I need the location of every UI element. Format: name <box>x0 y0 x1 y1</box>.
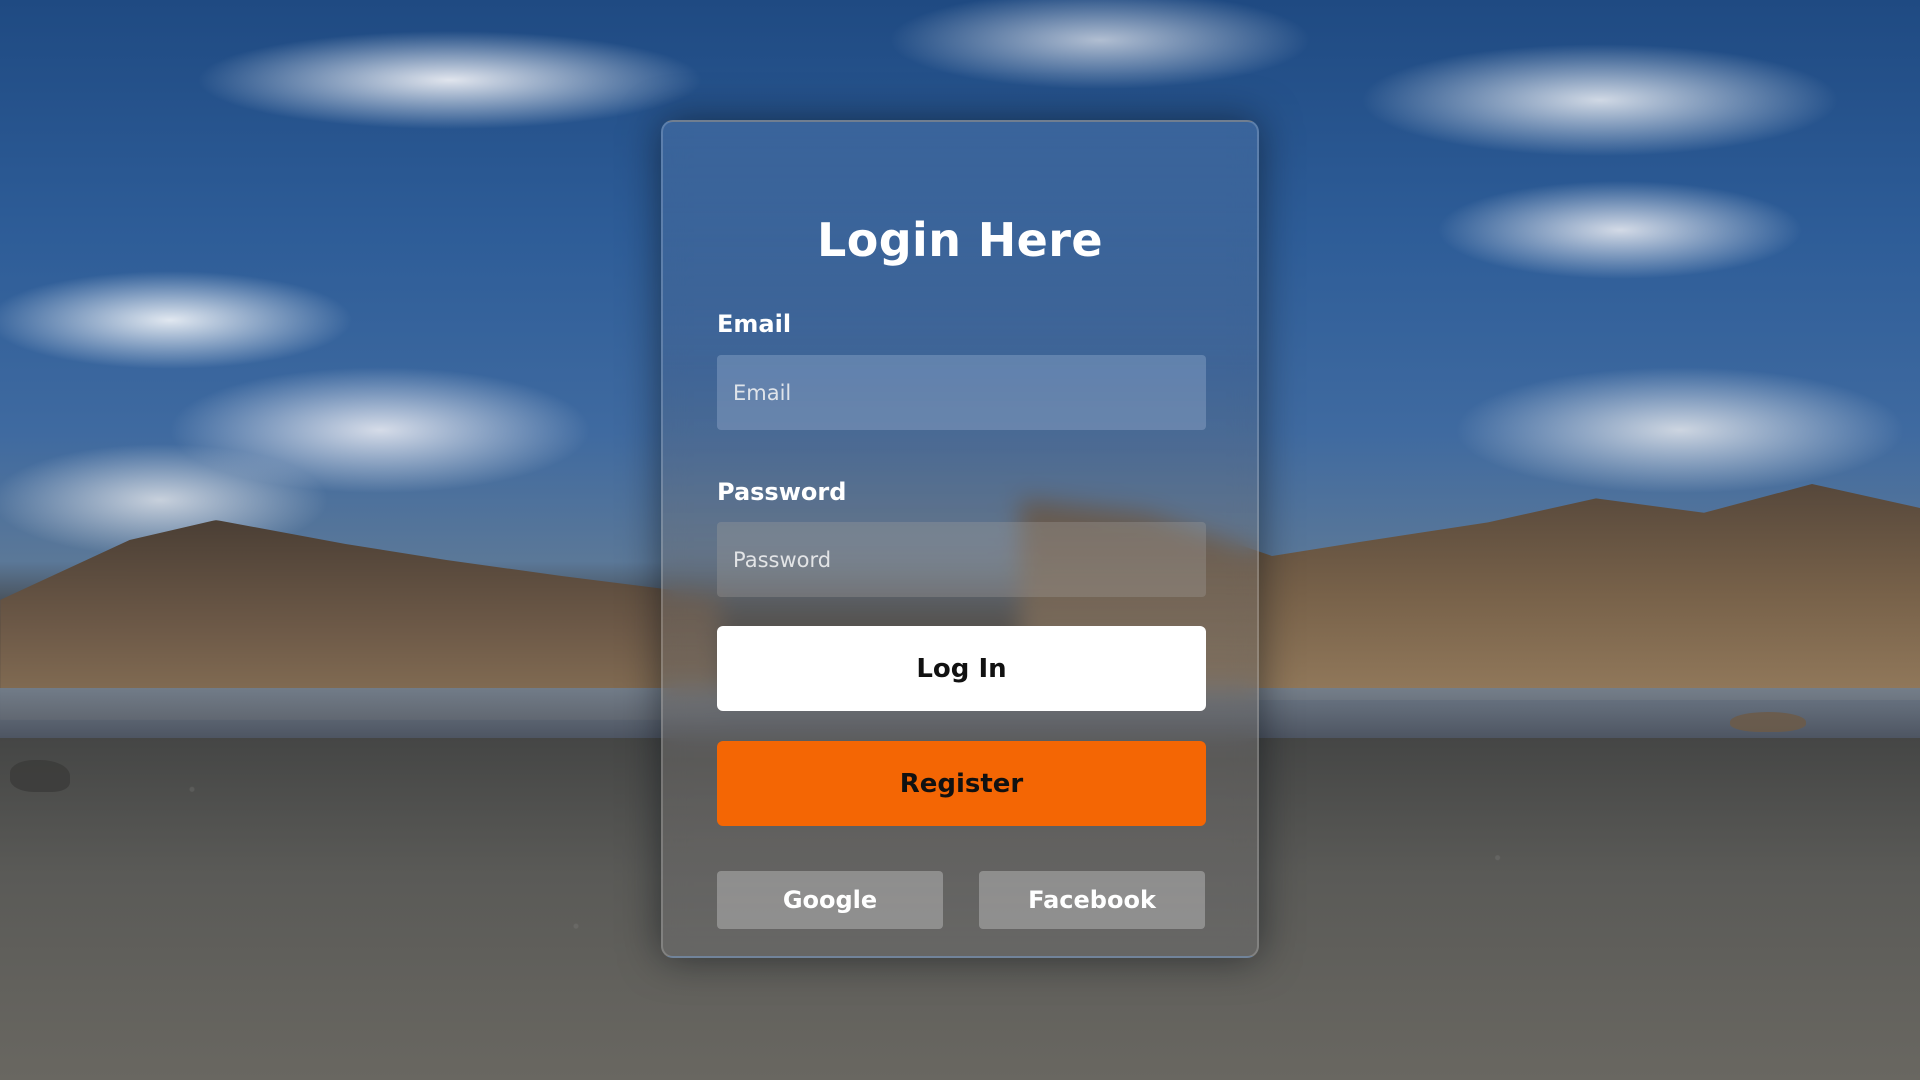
password-field[interactable] <box>717 522 1206 597</box>
register-button[interactable]: Register <box>717 741 1206 826</box>
login-screen: Login Here Email Password Log In Registe… <box>0 0 1920 1080</box>
password-label: Password <box>717 478 847 506</box>
login-card: Login Here Email Password Log In Registe… <box>661 120 1259 958</box>
facebook-login-button[interactable]: Facebook <box>979 871 1205 929</box>
rock <box>1730 712 1806 732</box>
google-login-button[interactable]: Google <box>717 871 943 929</box>
login-button[interactable]: Log In <box>717 626 1206 711</box>
email-label: Email <box>717 310 792 338</box>
rocks <box>10 760 70 792</box>
page-title: Login Here <box>817 212 1103 267</box>
email-field[interactable] <box>717 355 1206 430</box>
